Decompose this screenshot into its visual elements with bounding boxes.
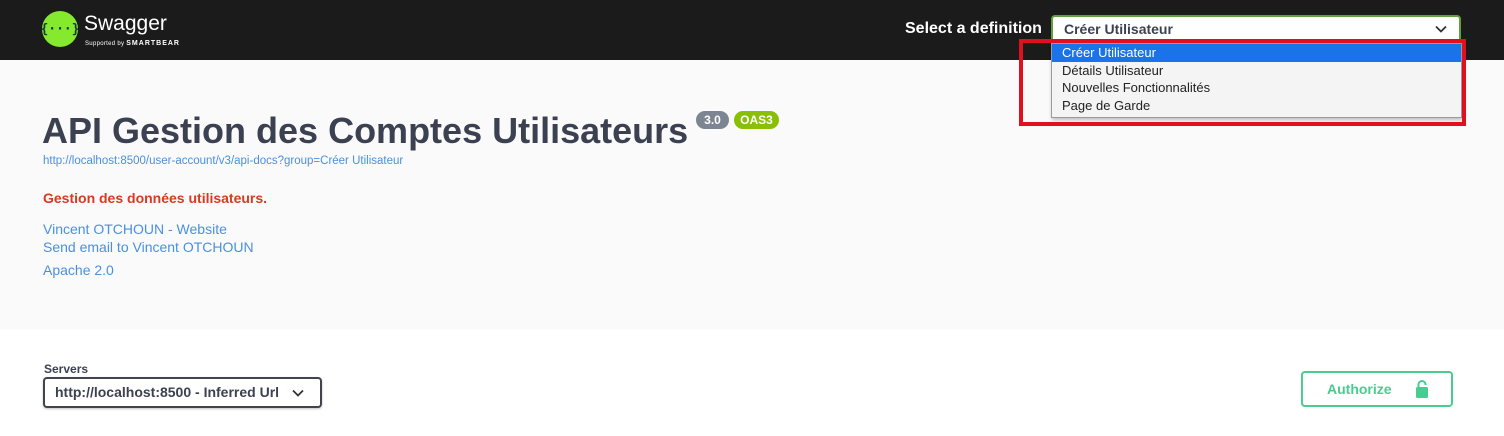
license-link[interactable]: Apache 2.0 [43,262,114,278]
definition-label: Select a definition [905,20,1042,37]
contact-website-link[interactable]: Vincent OTCHOUN - Website [43,221,227,237]
authorize-label: Authorize [1327,381,1392,397]
definition-option[interactable]: Nouvelles Fonctionnalités [1052,79,1461,97]
swagger-logo-icon[interactable]: {···} [42,11,78,47]
definition-dropdown-list: Créer Utilisateur Détails Utilisateur No… [1051,43,1462,118]
definition-option[interactable]: Page de Garde [1052,97,1461,115]
definition-select-value: Créer Utilisateur [1064,21,1173,37]
server-select[interactable]: http://localhost:8500 - Inferred Url [43,377,322,408]
chevron-down-icon [1435,25,1447,33]
api-description: Gestion des données utilisateurs. [43,190,268,206]
server-select-value: http://localhost:8500 - Inferred Url [55,384,280,400]
oas-badge: OAS3 [734,111,779,129]
servers-label: Servers [44,362,89,376]
contact-email-link[interactable]: Send email to Vincent OTCHOUN [43,239,254,255]
authorize-button[interactable]: Authorize [1301,371,1453,407]
definition-select[interactable]: Créer Utilisateur [1051,15,1461,43]
definition-option[interactable]: Détails Utilisateur [1052,62,1461,80]
brand-sub-company: SMARTBEAR [126,40,180,47]
brand-sub-prefix: Supported by [85,41,125,47]
chevron-down-icon [292,389,304,397]
definition-option[interactable]: Créer Utilisateur [1052,44,1461,62]
brand-subtitle: Supported by SMARTBEAR [85,40,180,48]
brand-name: Swagger [84,12,167,35]
version-badge: 3.0 [696,111,729,129]
api-docs-link[interactable]: http://localhost:8500/user-account/v3/ap… [43,154,403,168]
page-title: API Gestion des Comptes Utilisateurs [42,110,689,151]
unlocked-icon [1416,380,1428,398]
svg-text:{···}: {···} [42,22,78,37]
